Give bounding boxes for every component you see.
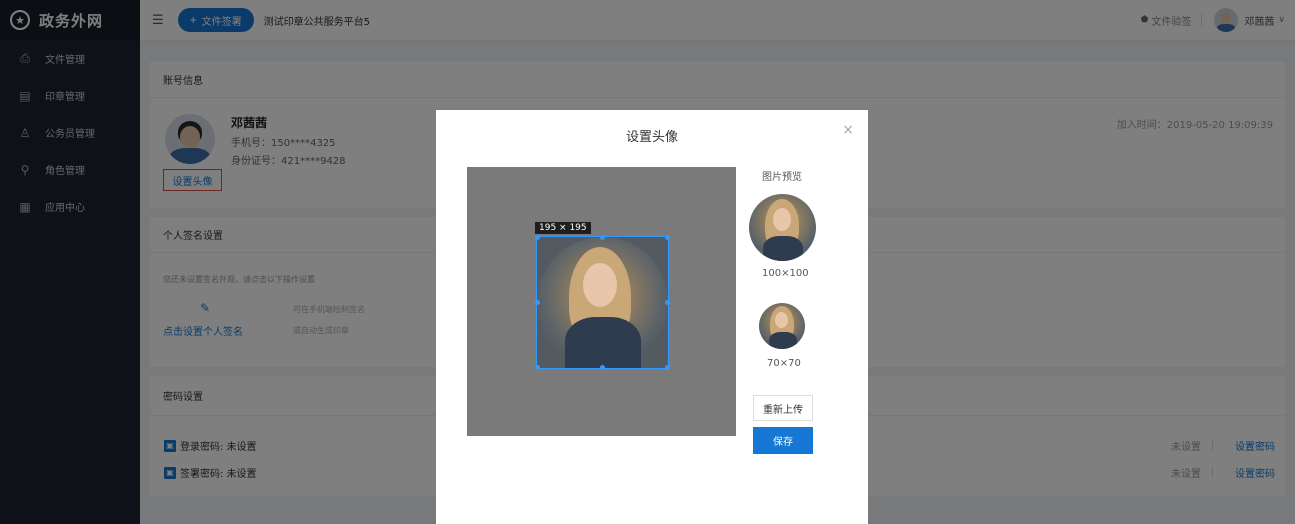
resize-handle[interactable] [600,365,605,370]
photo-jacket [769,332,797,349]
preview-70 [759,303,805,349]
reupload-button[interactable]: 重新上传 [753,395,813,421]
preview-label: 图片预览 [762,172,802,183]
save-button[interactable]: 保存 [753,427,813,454]
resize-handle[interactable] [665,235,670,240]
preview-70-label: 70×70 [767,358,801,369]
preview-100 [749,194,816,261]
resize-handle[interactable] [665,300,670,305]
photo-face [775,312,788,328]
photo-face [583,263,617,307]
close-icon[interactable]: × [842,122,854,138]
resize-handle[interactable] [600,235,605,240]
resize-handle[interactable] [535,365,540,370]
dialog-title: 设置头像 [625,130,678,145]
photo-jacket [565,317,641,368]
crop-selection[interactable] [536,236,669,369]
photo-jacket [763,236,803,261]
resize-handle[interactable] [665,365,670,370]
crop-canvas[interactable]: 195 × 195 [467,167,736,436]
resize-handle[interactable] [535,235,540,240]
set-avatar-dialog: 设置头像 × 195 × 195 图片预览 100×100 70×70 重新上传… [436,110,868,524]
resize-handle[interactable] [535,300,540,305]
crop-dimensions: 195 × 195 [535,222,591,234]
photo-face [773,208,791,231]
preview-100-label: 100×100 [762,268,809,279]
cropped-photo [537,237,668,368]
